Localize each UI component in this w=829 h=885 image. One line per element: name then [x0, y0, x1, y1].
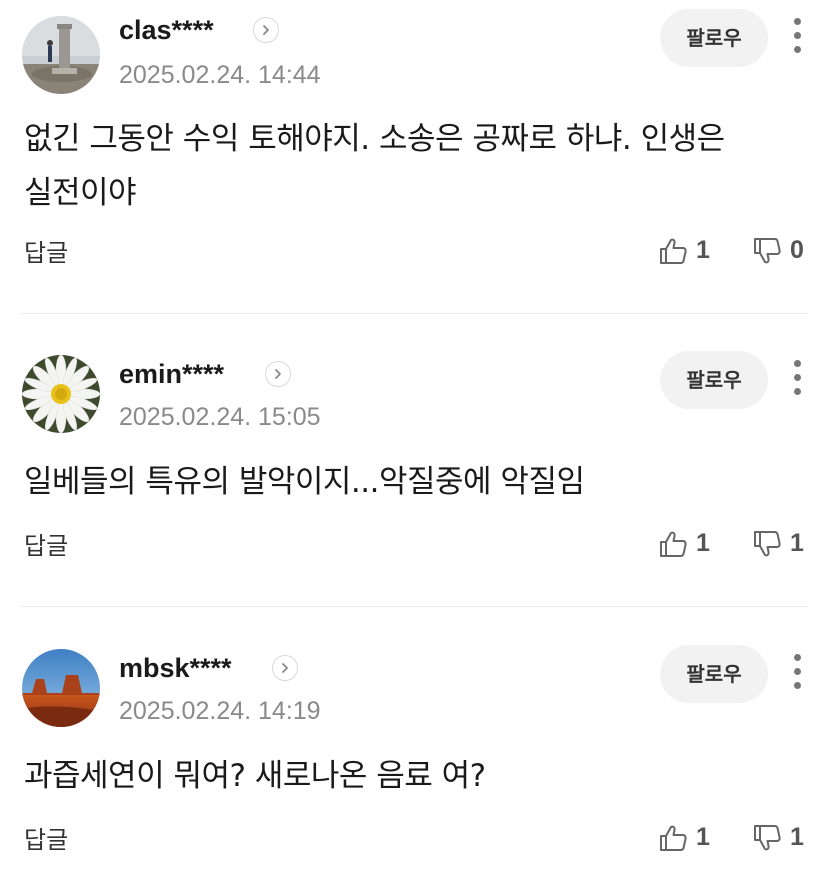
follow-button[interactable]: 팔로우 [660, 351, 768, 409]
avatar[interactable] [22, 355, 100, 433]
thumbs-up-icon [660, 238, 687, 264]
follow-button[interactable]: 팔로우 [660, 9, 768, 67]
comment-item: clas**** 2025.02.24. 14:44 팔로우 없긴 그동안 수익… [0, 0, 829, 293]
thumbs-down-icon [754, 238, 781, 264]
avatar[interactable] [22, 16, 100, 94]
like-count: 1 [696, 236, 710, 264]
like-count: 1 [696, 823, 710, 851]
comment-text: 일베들의 특유의 발악이지...악질중에 악질임 [24, 464, 585, 500]
monument-landscape-photo [22, 16, 100, 94]
dislike-count: 1 [790, 823, 804, 851]
thumbs-up-icon [660, 531, 687, 557]
reply-button[interactable]: 답글 [24, 825, 68, 855]
more-options-icon[interactable] [786, 14, 808, 58]
follow-button[interactable]: 팔로우 [660, 645, 768, 703]
username[interactable]: clas**** [119, 12, 214, 48]
like-count: 1 [696, 529, 710, 557]
thumbs-up-icon [660, 825, 687, 851]
avatar[interactable] [22, 649, 100, 727]
comment-text: 과즙세연이 뭐여? 새로나온 음료 여? [24, 758, 486, 794]
daisy-flower-photo [22, 355, 100, 433]
profile-chevron-icon[interactable] [265, 361, 291, 387]
comment-text: 없긴 그동안 수익 토해야지. 소송은 공짜로 하냐. 인생은 실전이야 [24, 121, 725, 211]
profile-chevron-icon[interactable] [253, 17, 279, 43]
profile-chevron-icon[interactable] [272, 655, 298, 681]
comment-item: mbsk**** 2025.02.24. 14:19 팔로우 과즙세연이 뭐여?… [0, 587, 829, 880]
more-options-icon[interactable] [786, 650, 808, 694]
thumbs-down-icon [754, 825, 781, 851]
comment-item: emin**** 2025.02.24. 15:05 팔로우 일베들의 특유의 … [0, 293, 829, 586]
more-options-icon[interactable] [786, 356, 808, 400]
reply-button[interactable]: 답글 [24, 238, 68, 268]
timestamp: 2025.02.24. 14:44 [119, 61, 321, 89]
username[interactable]: mbsk**** [119, 650, 232, 686]
timestamp: 2025.02.24. 15:05 [119, 403, 321, 431]
thumbs-down-icon [754, 531, 781, 557]
timestamp: 2025.02.24. 14:19 [119, 697, 321, 725]
reply-button[interactable]: 답글 [24, 531, 68, 561]
username[interactable]: emin**** [119, 356, 224, 392]
desert-mesa-photo [22, 649, 100, 727]
dislike-count: 0 [790, 236, 804, 264]
dislike-count: 1 [790, 529, 804, 557]
